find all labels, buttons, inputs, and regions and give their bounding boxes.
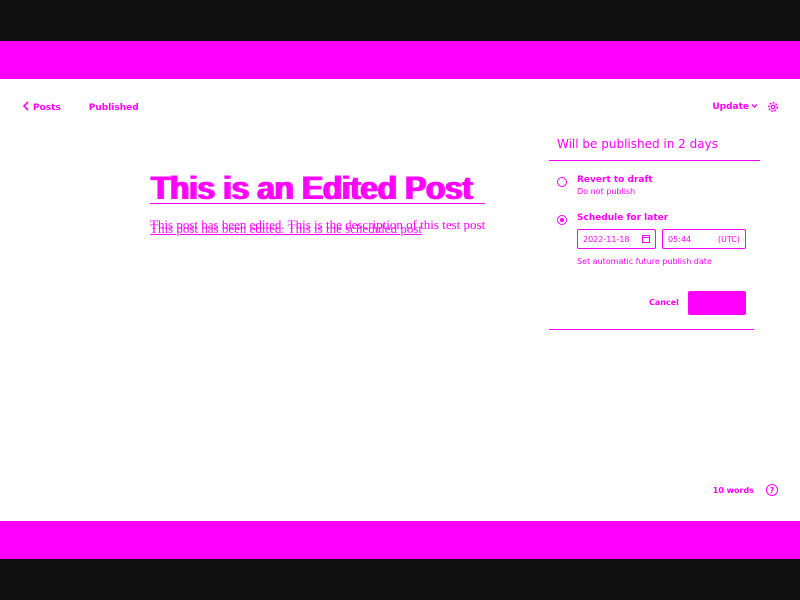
publish-date-input[interactable]: 2022-11-18 — [577, 229, 656, 249]
popover-bottom-border — [549, 329, 754, 330]
schedule-hint: Set automatic future publish date — [577, 257, 712, 266]
popover-heading: Will be published in 2 days — [557, 137, 718, 151]
time-value: 05:44 — [668, 234, 692, 244]
title-underline — [150, 203, 485, 204]
bottom-letterbox — [0, 559, 800, 600]
editor-toolbar-left: Posts Published — [22, 101, 139, 114]
revert-sublabel: Do not publish — [577, 187, 636, 196]
revert-radio[interactable] — [557, 177, 567, 187]
gear-icon[interactable] — [766, 100, 780, 114]
back-label: Posts — [33, 102, 61, 113]
top-letterbox — [0, 0, 800, 41]
calendar-icon[interactable] — [642, 235, 650, 243]
schedule-button[interactable] — [688, 291, 746, 315]
publish-time-input[interactable]: 05:44 (UTC) — [662, 229, 746, 249]
word-count: 10 words — [712, 485, 754, 495]
revert-to-draft-option[interactable]: Revert to draft Do not publish — [557, 175, 653, 196]
help-icon[interactable]: ? — [766, 484, 778, 496]
update-label: Update — [712, 102, 749, 112]
date-value: 2022-11-18 — [583, 234, 630, 244]
popover-divider — [549, 160, 760, 161]
schedule-radio[interactable] — [557, 215, 567, 225]
schedule-option[interactable]: Schedule for later — [557, 213, 668, 225]
publish-popover: Will be published in 2 days Revert to dr… — [549, 130, 761, 330]
update-button[interactable]: Update — [712, 102, 758, 112]
schedule-label: Schedule for later — [577, 213, 669, 223]
post-title-overlay: This is an Edited Post — [152, 170, 474, 206]
timezone-label: (UTC) — [717, 234, 740, 244]
post-title: This is an Edited Post This is an Edited… — [150, 169, 500, 207]
chevron-left-icon — [22, 101, 29, 114]
bottom-banner — [0, 521, 800, 559]
back-to-posts-link[interactable]: Posts — [22, 101, 61, 114]
chevron-down-icon — [751, 102, 758, 112]
editor-toolbar-right: Update — [712, 100, 780, 114]
top-banner — [0, 41, 800, 79]
post-status: Published — [88, 102, 139, 113]
post-description-overlay: This post has been edited. This is the s… — [150, 221, 422, 236]
editor-footer: 10 words ? — [713, 484, 778, 496]
post-description-field[interactable]: This post has been edited. This is the d… — [150, 217, 550, 237]
post-title-field[interactable]: This is an Edited Post This is an Edited… — [150, 169, 500, 207]
revert-label: Revert to draft — [577, 175, 653, 185]
cancel-button[interactable]: Cancel — [649, 298, 679, 307]
